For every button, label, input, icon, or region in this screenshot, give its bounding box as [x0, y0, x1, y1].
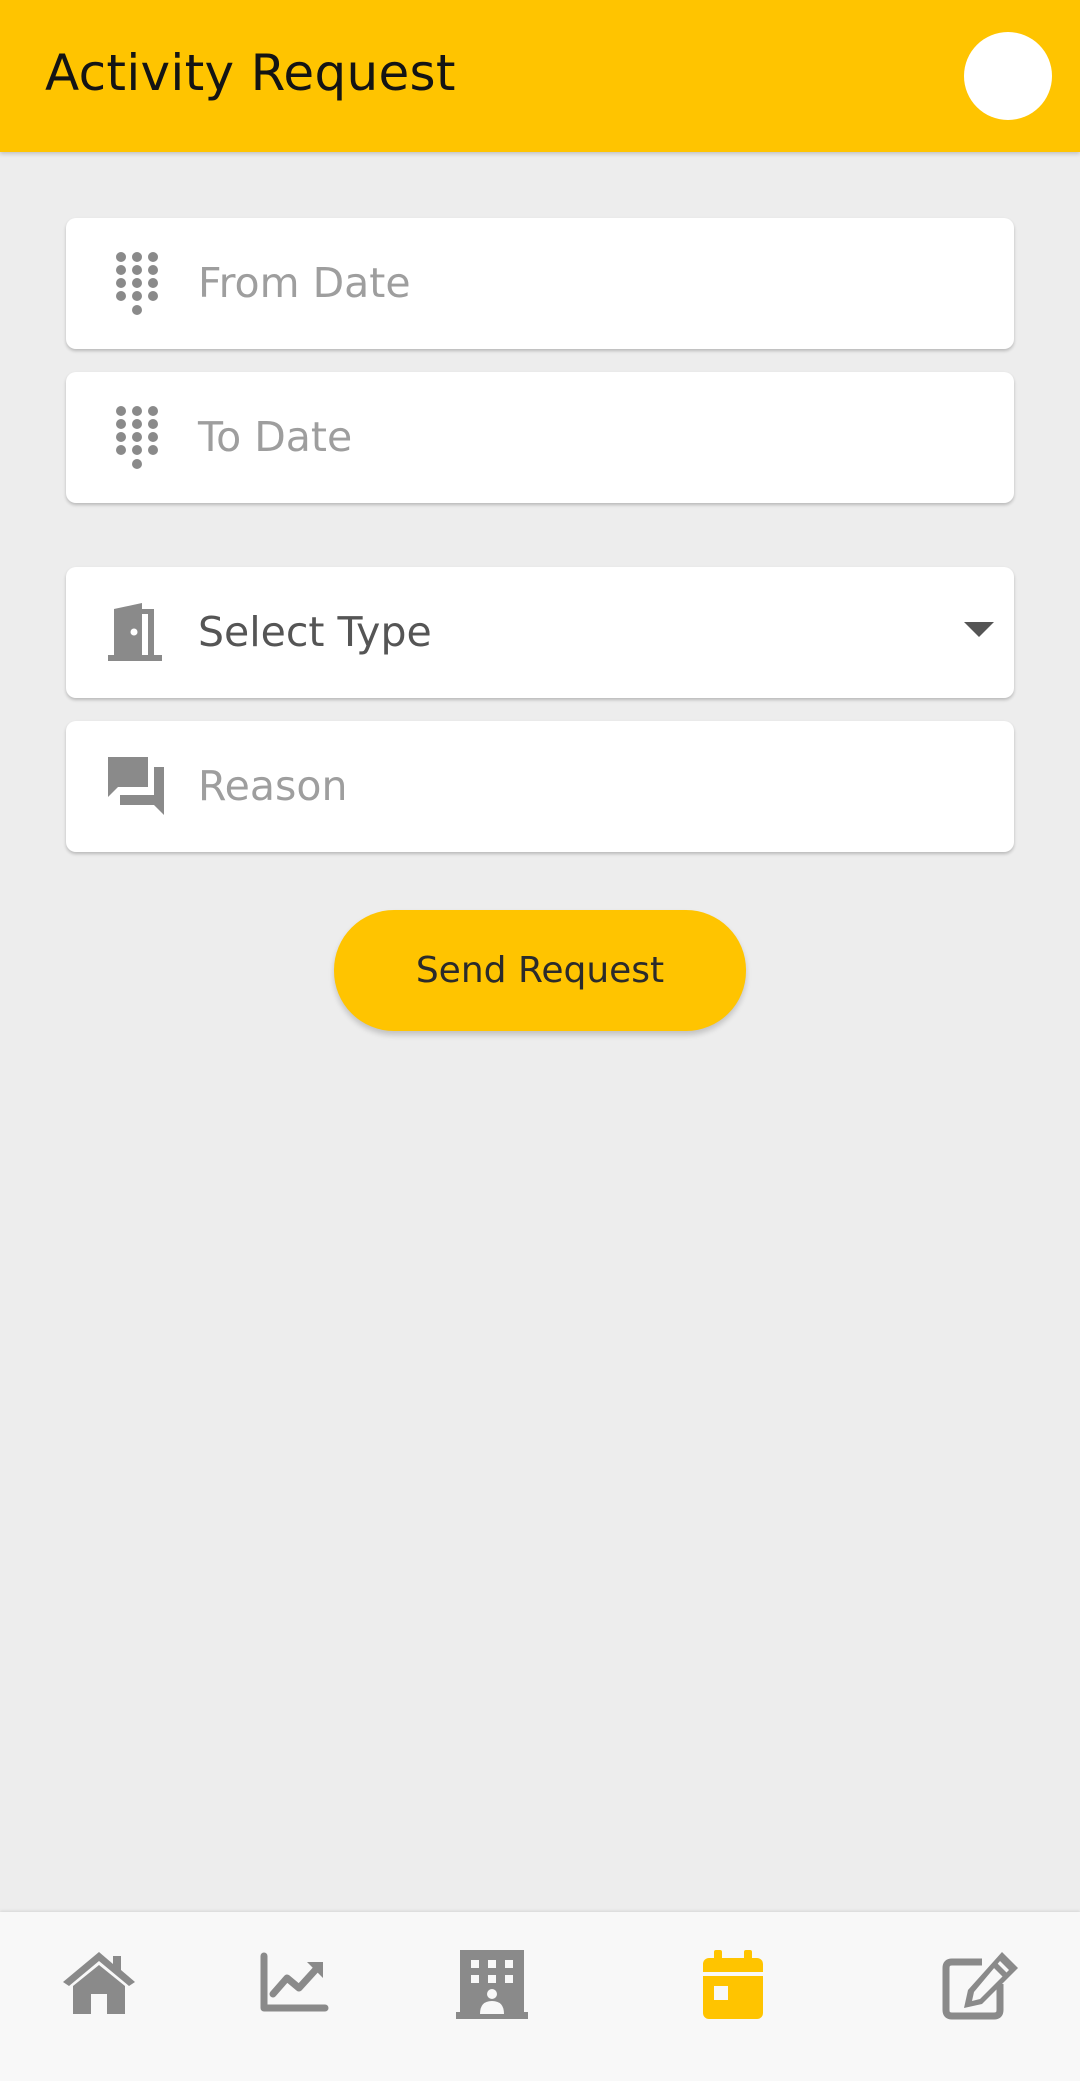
bottom-navigation — [0, 1912, 1080, 2081]
type-select-value: Select Type — [198, 608, 432, 656]
chevron-down-icon — [964, 622, 994, 637]
edit-icon — [942, 1952, 1018, 2020]
dialpad-icon — [104, 404, 170, 470]
nav-item-office[interactable] — [416, 1912, 566, 2081]
page-title: Activity Request — [45, 44, 456, 102]
to-date-field[interactable]: To Date — [66, 372, 1014, 503]
app-screen: Activity Request From Date To Date Selec… — [0, 0, 1080, 2081]
chart-line-icon — [260, 1952, 329, 2012]
reason-placeholder: Reason — [198, 762, 348, 810]
type-select[interactable]: Select Type — [66, 567, 1014, 698]
home-icon — [63, 1952, 135, 2014]
send-request-button[interactable]: Send Request — [334, 910, 746, 1031]
from-date-placeholder: From Date — [198, 259, 411, 307]
nav-item-calendar[interactable] — [662, 1912, 812, 2081]
nav-item-edit[interactable] — [906, 1912, 1056, 2081]
door-icon — [104, 599, 170, 665]
forum-icon — [104, 753, 170, 819]
nav-item-stats[interactable] — [218, 1912, 368, 2081]
calendar-icon — [703, 1950, 763, 2019]
app-header: Activity Request — [0, 0, 1080, 152]
nav-item-home[interactable] — [24, 1912, 174, 2081]
reason-field[interactable]: Reason — [66, 721, 1014, 852]
building-icon — [456, 1950, 528, 2019]
dialpad-icon — [104, 250, 170, 316]
avatar[interactable] — [964, 32, 1052, 120]
to-date-placeholder: To Date — [198, 413, 353, 461]
from-date-field[interactable]: From Date — [66, 218, 1014, 349]
